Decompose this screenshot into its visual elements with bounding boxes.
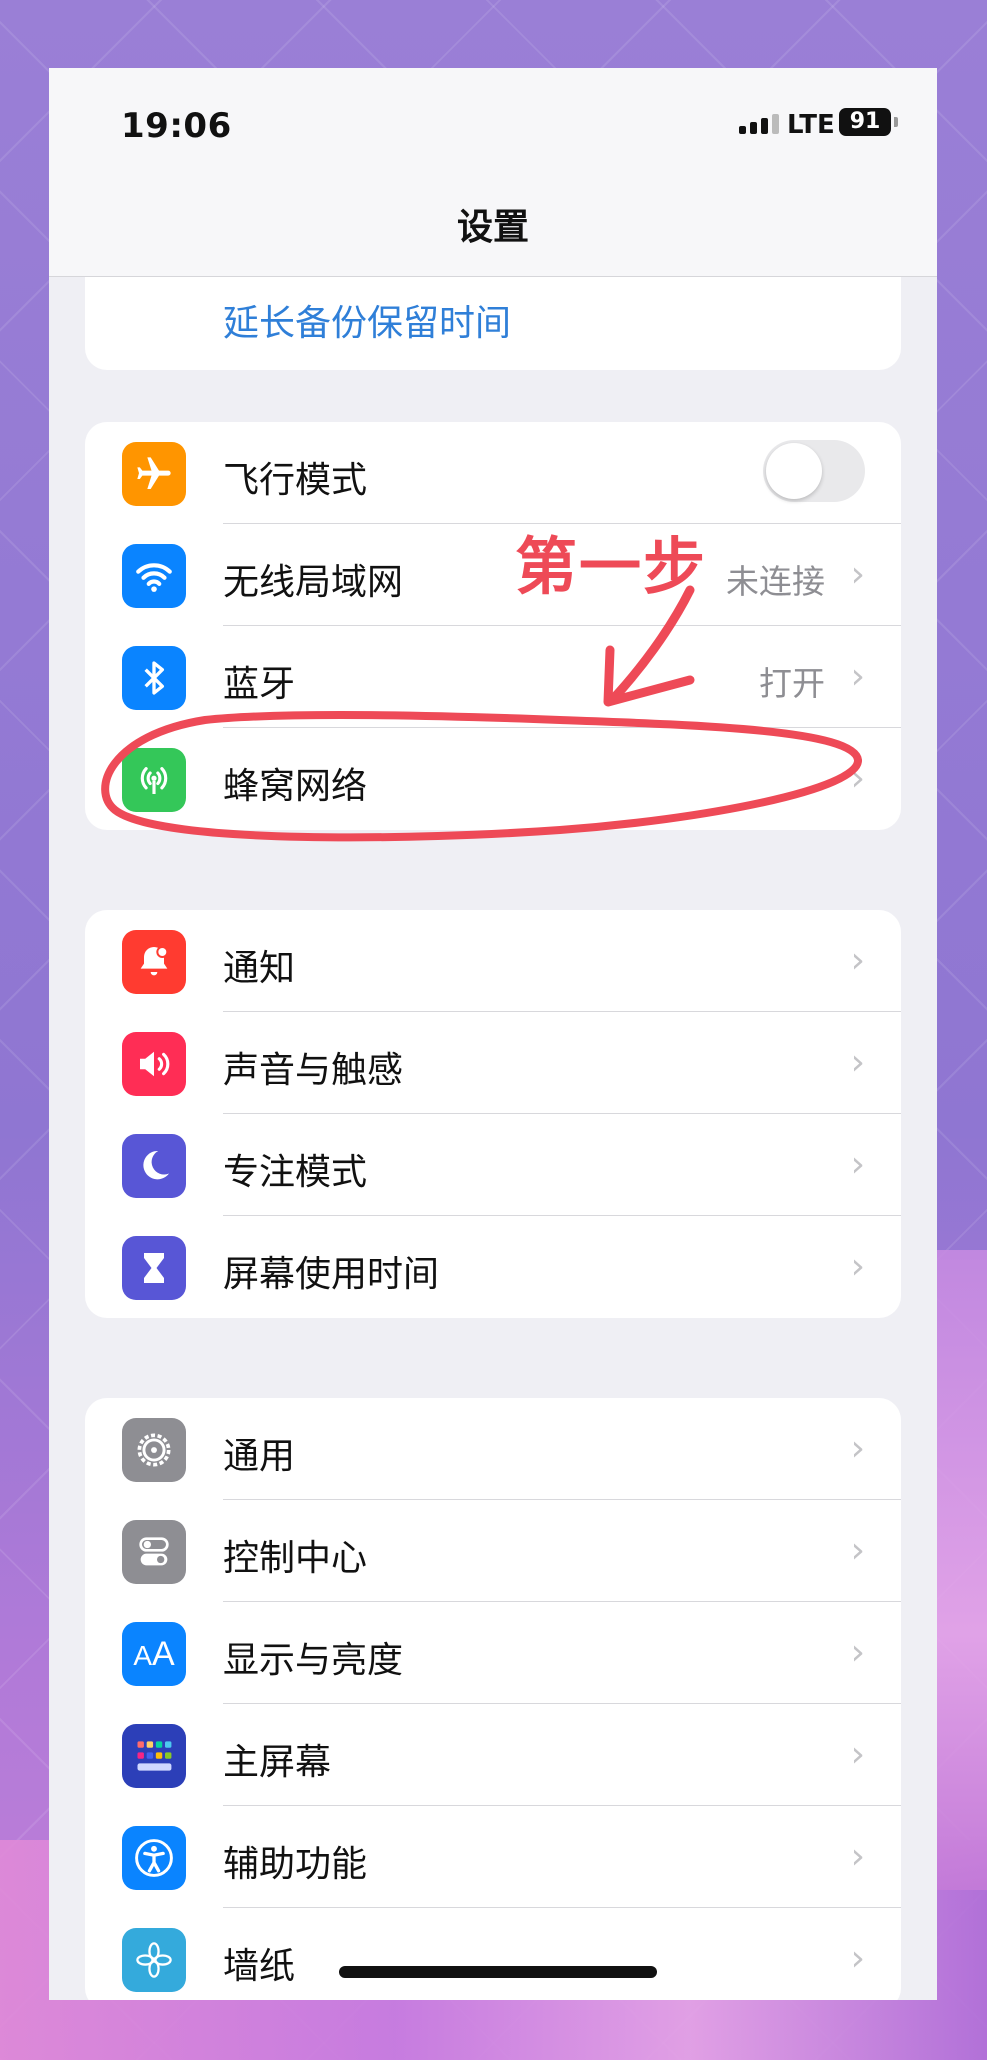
- home-screen-icon: [122, 1724, 186, 1788]
- bluetooth-status: 打开: [759, 664, 825, 703]
- row-airplane-mode[interactable]: 飞行模式: [85, 422, 901, 524]
- row-wifi[interactable]: 无线局域网 未连接 ›: [85, 524, 901, 626]
- extend-backup-link[interactable]: 延长备份保留时间: [223, 294, 511, 346]
- row-screen-time[interactable]: 屏幕使用时间 ›: [85, 1216, 901, 1318]
- wifi-label: 无线局域网: [223, 562, 404, 603]
- row-sounds[interactable]: 声音与触感 ›: [85, 1012, 901, 1114]
- chevron-right-icon: ›: [850, 1428, 865, 1469]
- row-bluetooth[interactable]: 蓝牙 打开 ›: [85, 626, 901, 728]
- notifications-group: 通知 › 声音与触感 › 专注模式 › 屏幕使用时间 ›: [85, 910, 901, 1318]
- airplane-icon: [122, 442, 186, 506]
- chevron-right-icon: ›: [850, 1530, 865, 1571]
- airplane-mode-label: 飞行模式: [223, 460, 368, 501]
- notifications-label: 通知: [223, 948, 296, 989]
- hourglass-icon: [122, 1236, 186, 1300]
- chevron-right-icon: ›: [850, 1042, 865, 1083]
- focus-label: 专注模式: [223, 1152, 368, 1193]
- sounds-label: 声音与触感: [223, 1050, 404, 1091]
- page-title: 设置: [456, 207, 529, 248]
- connectivity-group: 飞行模式 无线局域网 未连接 › 蓝牙 打开 › 蜂窝网络 ›: [85, 422, 901, 830]
- chevron-right-icon: ›: [850, 1144, 865, 1185]
- chevron-right-icon: ›: [850, 1734, 865, 1775]
- moon-icon: [122, 1134, 186, 1198]
- row-wallpaper[interactable]: 墙纸 ›: [85, 1908, 901, 2000]
- status-time: 19:06: [121, 106, 232, 146]
- wifi-icon: [122, 544, 186, 608]
- chevron-right-icon: ›: [850, 758, 865, 799]
- wifi-status: 未连接: [726, 562, 825, 601]
- airplane-mode-toggle[interactable]: [763, 440, 865, 502]
- network-type: LTE: [787, 110, 835, 140]
- cellular-icon: [122, 748, 186, 812]
- display-label: 显示与亮度: [223, 1640, 404, 1681]
- chevron-right-icon: ›: [850, 554, 865, 595]
- bluetooth-icon: [122, 646, 186, 710]
- chevron-right-icon: ›: [850, 1632, 865, 1673]
- bluetooth-label: 蓝牙: [223, 664, 296, 705]
- sound-icon: [122, 1032, 186, 1096]
- chevron-right-icon: ›: [850, 656, 865, 697]
- control-center-label: 控制中心: [223, 1538, 368, 1579]
- battery-icon: 91: [839, 108, 891, 136]
- wallpaper-label: 墙纸: [223, 1946, 296, 1987]
- signal-icon: [739, 114, 779, 134]
- row-notifications[interactable]: 通知 ›: [85, 910, 901, 1012]
- row-focus[interactable]: 专注模式 ›: [85, 1114, 901, 1216]
- general-group: 通用 › 控制中心 › AA 显示与亮度 › 主屏幕 › 辅助功能 › 墙纸 ›: [85, 1398, 901, 2000]
- row-cellular[interactable]: 蜂窝网络 ›: [85, 728, 901, 830]
- toggle-knob: [766, 443, 822, 499]
- wallpaper-icon: [122, 1928, 186, 1992]
- annotation-step-one: 第一步: [515, 530, 708, 603]
- row-display[interactable]: AA 显示与亮度 ›: [85, 1602, 901, 1704]
- chevron-right-icon: ›: [850, 1938, 865, 1979]
- screen-time-label: 屏幕使用时间: [223, 1254, 440, 1295]
- home-indicator[interactable]: [339, 1966, 657, 1978]
- row-control-center[interactable]: 控制中心 ›: [85, 1500, 901, 1602]
- control-center-icon: [122, 1520, 186, 1584]
- chevron-right-icon: ›: [850, 1246, 865, 1287]
- row-general[interactable]: 通用 ›: [85, 1398, 901, 1500]
- phone-screen: 延长备份保留时间 飞行模式 无线局域网 未连接 › 蓝牙 打开 › 蜂窝网络 ›…: [49, 68, 937, 2000]
- status-bar: 19:06 LTE 91: [49, 68, 937, 168]
- chevron-right-icon: ›: [850, 940, 865, 981]
- navigation-bar: 设置: [49, 168, 937, 277]
- row-home-screen[interactable]: 主屏幕 ›: [85, 1704, 901, 1806]
- battery-tip: [894, 117, 898, 127]
- chevron-right-icon: ›: [850, 1836, 865, 1877]
- row-accessibility[interactable]: 辅助功能 ›: [85, 1806, 901, 1908]
- settings-list[interactable]: 延长备份保留时间 飞行模式 无线局域网 未连接 › 蓝牙 打开 › 蜂窝网络 ›…: [49, 68, 937, 2000]
- backup-link-row[interactable]: 延长备份保留时间: [85, 298, 901, 366]
- accessibility-label: 辅助功能: [223, 1844, 368, 1885]
- cellular-label: 蜂窝网络: [223, 766, 368, 807]
- accessibility-icon: [122, 1826, 186, 1890]
- general-label: 通用: [223, 1436, 296, 1477]
- home-screen-label: 主屏幕: [223, 1742, 332, 1783]
- display-icon: AA: [122, 1622, 186, 1686]
- notification-icon: [122, 930, 186, 994]
- gear-icon: [122, 1418, 186, 1482]
